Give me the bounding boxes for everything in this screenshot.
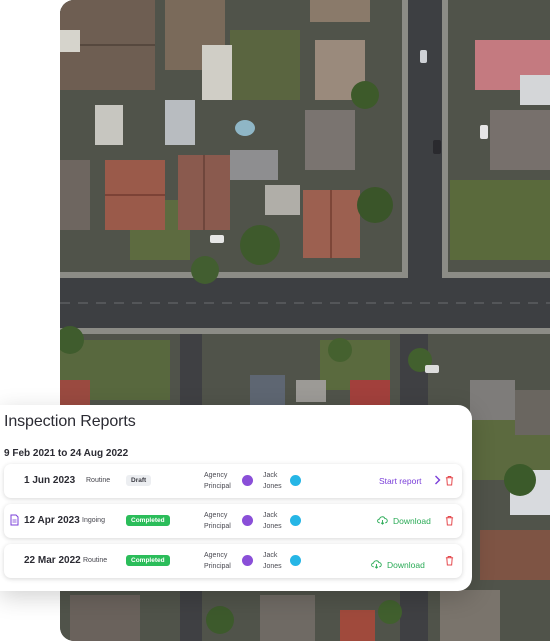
cloud-download-icon[interactable]: [371, 559, 382, 569]
date-range-filter[interactable]: 9 Feb 2021 to 24 Aug 2022: [4, 448, 128, 459]
download-button[interactable]: Download: [393, 516, 431, 526]
trash-icon[interactable]: [445, 515, 454, 526]
inspection-reports-card: Inspection Reports 9 Feb 2021 to 24 Aug …: [0, 405, 472, 591]
status-badge: Completed: [126, 555, 170, 566]
status-badge: Draft: [126, 475, 152, 486]
cloud-download-icon[interactable]: [377, 515, 388, 525]
trash-icon[interactable]: [445, 555, 454, 566]
avatar: [290, 555, 301, 566]
assignee-name: Jack Jones: [263, 512, 282, 530]
assignee-role: Agency Principal: [204, 512, 231, 530]
avatar: [290, 515, 301, 526]
report-date: 1 Jun 2023: [24, 475, 76, 486]
assignee-name: Jack Jones: [263, 552, 282, 570]
document-icon: [10, 514, 19, 526]
report-row[interactable]: 22 Mar 2022 Routine Completed Agency Prin…: [4, 544, 462, 578]
chevron-right-icon[interactable]: [432, 475, 443, 485]
avatar: [242, 555, 253, 566]
report-row[interactable]: 12 Apr 2023 Ingoing Completed Agency Prin…: [4, 504, 462, 538]
start-report-button[interactable]: Start report: [379, 476, 422, 486]
report-row[interactable]: 1 Jun 2023 Routine Draft Agency Principal…: [4, 464, 462, 498]
report-date: 22 Mar 2022: [24, 555, 81, 566]
card-title: Inspection Reports: [4, 413, 136, 430]
avatar: [290, 475, 301, 486]
report-type: Ingoing: [82, 517, 105, 524]
report-type: Routine: [83, 557, 108, 564]
stage: Inspection Reports 9 Feb 2021 to 24 Aug …: [0, 0, 550, 641]
report-date: 12 Apr 2023: [24, 515, 80, 526]
assignee-name: Jack Jones: [263, 472, 282, 490]
download-button[interactable]: Download: [387, 560, 425, 570]
avatar: [242, 475, 253, 486]
status-badge: Completed: [126, 515, 170, 526]
report-type: Routine: [86, 477, 111, 484]
avatar: [242, 515, 253, 526]
assignee-role: Agency Principal: [204, 472, 231, 490]
assignee-role: Agency Principal: [204, 552, 231, 570]
trash-icon[interactable]: [445, 475, 454, 486]
